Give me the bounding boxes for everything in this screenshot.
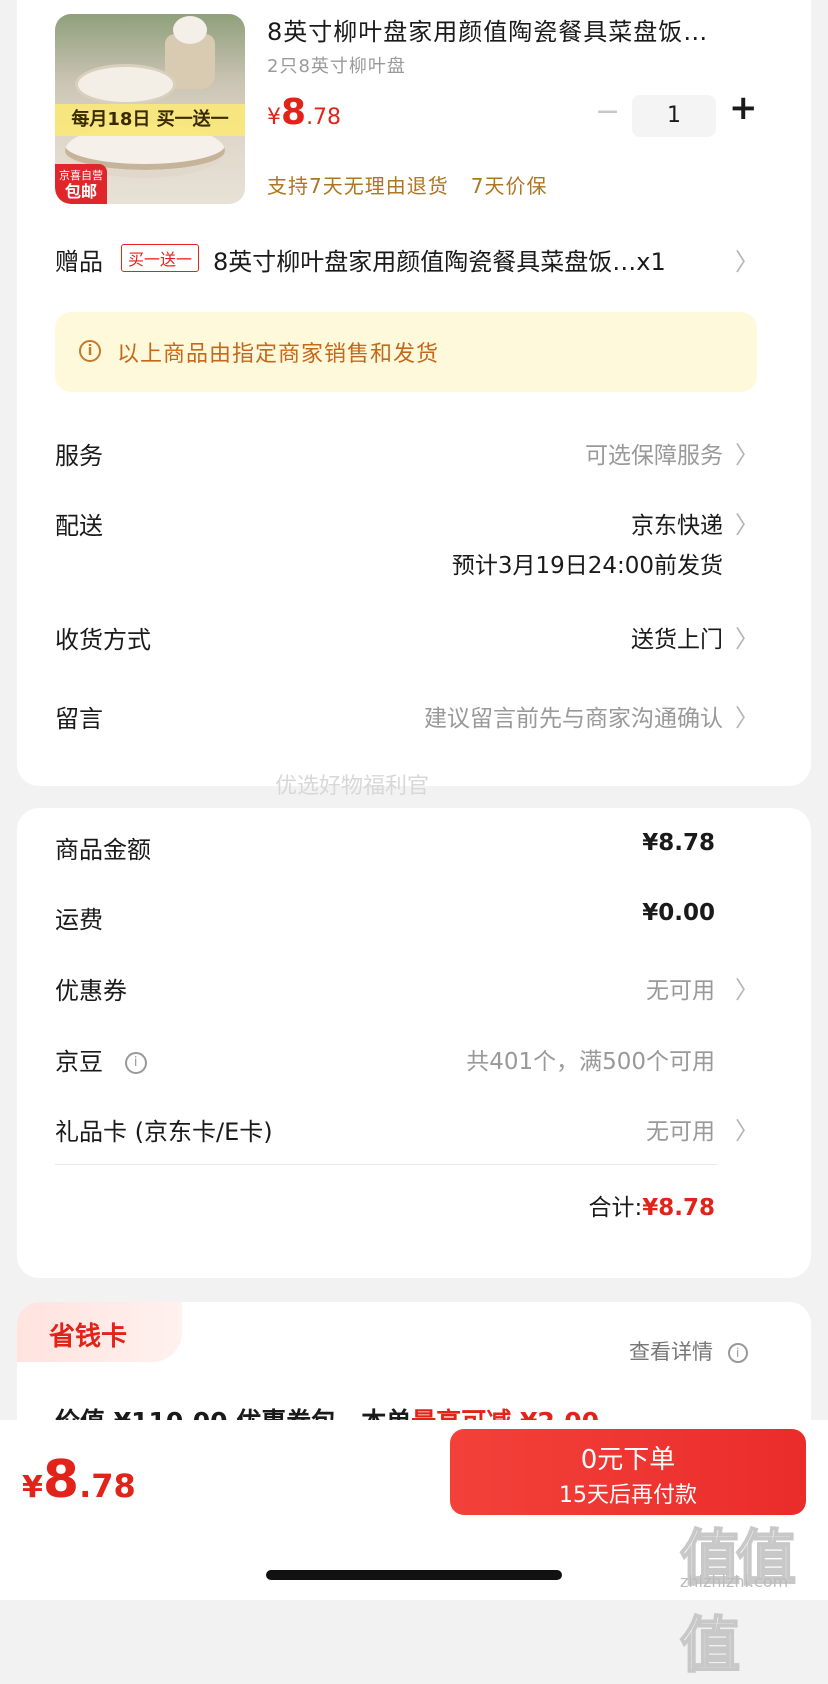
product-image[interactable]: 每月18日 买一送一 京喜自营 包邮: [55, 14, 245, 204]
info-icon: i: [79, 340, 101, 362]
gift-promo-tag: 买一送一: [121, 244, 200, 272]
delivery-label: 配送: [55, 512, 103, 540]
submit-order-line1: 0元下单: [580, 1445, 676, 1475]
site-logo-text: 值值值: [679, 1523, 797, 1682]
checkout-price-decimal: .78: [79, 1467, 136, 1505]
giftcard-chevron-icon[interactable]: 〉: [735, 1111, 759, 1146]
saving-card-detail-link[interactable]: 查看详情 i: [629, 1336, 748, 1366]
service-label: 服务: [55, 442, 103, 470]
coupon-label: 优惠券: [55, 977, 127, 1005]
delivery-eta: 预计3月19日24:00前发货: [451, 553, 723, 579]
image-promo-banner: 每月18日 买一送一: [55, 104, 245, 136]
price-decimal: .78: [306, 105, 342, 130]
jingdou-value: 共401个，满500个可用: [466, 1049, 715, 1075]
seller-notice: i 以上商品由指定商家销售和发货: [55, 312, 757, 392]
goods-amount-value: ¥8.78: [642, 830, 715, 856]
order-card: 每月18日 买一送一 京喜自营 包邮 8英寸柳叶盘家用颜值陶瓷餐具菜盘饭… 2只…: [17, 0, 811, 786]
gift-item-text[interactable]: 8英寸柳叶盘家用颜值陶瓷餐具菜盘饭…x1: [213, 242, 666, 277]
price-currency: ¥: [267, 105, 281, 130]
shipping-value: ¥0.00: [642, 900, 715, 926]
quantity-minus-button[interactable]: −: [595, 94, 620, 129]
image-tag-top: 京喜自营: [59, 169, 103, 182]
delivery-value[interactable]: 京东快递: [631, 506, 723, 540]
checkout-total-price: ¥8.78: [22, 1450, 136, 1510]
seller-notice-text: 以上商品由指定商家销售和发货: [117, 342, 440, 367]
price-summary-card: 商品金额 ¥8.78 运费 ¥0.00 优惠券 无可用 〉 京豆 i 共401个…: [17, 808, 811, 1278]
giftcard-value[interactable]: 无可用: [646, 1112, 715, 1146]
message-input[interactable]: 建议留言前先与商家沟通确认: [424, 699, 723, 733]
service-guarantee-note: 支持7天无理由退货 7天价保: [267, 174, 548, 198]
total-label: 合计:: [588, 1195, 643, 1221]
service-value[interactable]: 可选保障服务: [585, 436, 723, 470]
image-flower: [173, 16, 207, 44]
delivery-chevron-icon[interactable]: 〉: [735, 505, 759, 540]
receive-method-label: 收货方式: [55, 626, 151, 654]
quantity-input[interactable]: 1: [632, 95, 716, 137]
checkout-price-integer: 8: [42, 1450, 80, 1510]
site-logo-watermark: 值值值 zhizhizhi.com: [679, 1510, 828, 1684]
goods-amount-label: 商品金额: [55, 836, 151, 864]
product-price: ¥8.78: [267, 92, 341, 133]
submit-order-line2: 15天后再付款: [559, 1483, 697, 1508]
shipping-label: 运费: [55, 906, 103, 934]
receive-chevron-icon[interactable]: 〉: [735, 619, 759, 654]
coupon-chevron-icon[interactable]: 〉: [735, 970, 759, 1005]
receive-method-value[interactable]: 送货上门: [631, 620, 723, 654]
gift-label: 赠品: [55, 248, 103, 276]
coupon-value[interactable]: 无可用: [646, 971, 715, 1005]
quantity-plus-button[interactable]: +: [729, 88, 758, 128]
summary-divider: [55, 1164, 717, 1165]
image-bowl: [75, 64, 176, 105]
product-title[interactable]: 8英寸柳叶盘家用颜值陶瓷餐具菜盘饭…: [267, 12, 708, 47]
submit-order-button[interactable]: 0元下单 15天后再付款: [450, 1429, 806, 1515]
price-integer: 8: [281, 92, 307, 133]
total-value: ¥8.78: [642, 1195, 715, 1221]
site-logo-url: zhizhizhi.com: [680, 1572, 789, 1591]
jingdou-info-icon[interactable]: i: [124, 1052, 147, 1074]
image-shipping-tag: 京喜自营 包邮: [55, 164, 107, 204]
giftcard-label: 礼品卡 (京东卡/E卡): [55, 1118, 273, 1146]
checkout-currency: ¥: [22, 1470, 43, 1505]
saving-detail-text: 查看详情: [629, 1340, 713, 1364]
jingdou-label-text: 京豆: [55, 1048, 103, 1076]
gift-chevron-icon[interactable]: 〉: [735, 242, 759, 277]
watermark-text: 优选好物福利官: [275, 774, 430, 799]
jingdou-label: 京豆 i: [55, 1042, 147, 1077]
total-row: 合计:¥8.78: [588, 1188, 715, 1222]
home-indicator[interactable]: [266, 1570, 562, 1580]
service-chevron-icon[interactable]: 〉: [735, 435, 759, 470]
message-label: 留言: [55, 705, 103, 733]
image-tag-bottom: 包邮: [64, 182, 97, 201]
product-spec[interactable]: 2只8英寸柳叶盘: [267, 52, 406, 78]
saving-card-title: 省钱卡: [49, 1322, 128, 1352]
message-chevron-icon[interactable]: 〉: [735, 698, 759, 733]
saving-info-icon: i: [727, 1343, 748, 1363]
